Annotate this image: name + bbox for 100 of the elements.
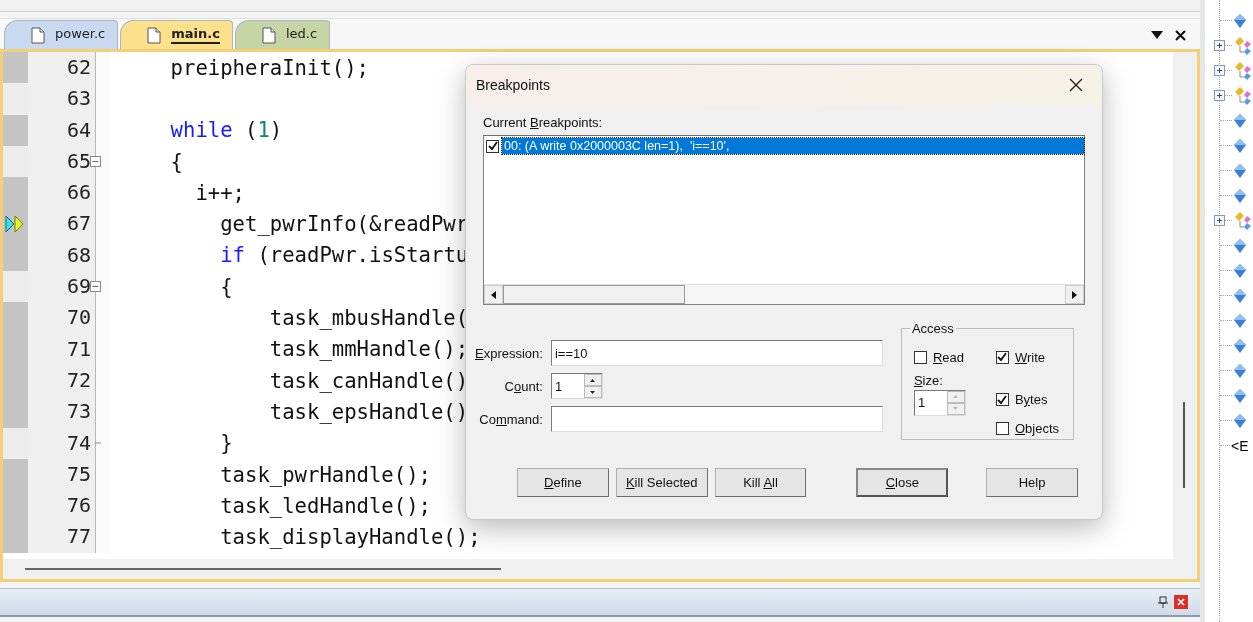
margin-cell[interactable] — [3, 52, 28, 84]
variable-icon — [1233, 237, 1247, 254]
scroll-thumb[interactable] — [503, 285, 685, 304]
code-line: task_ledHandle(); — [219, 493, 431, 518]
line-number: 66 — [28, 177, 95, 209]
margin-cell[interactable] — [3, 114, 28, 146]
dialog-button[interactable]: Define — [517, 468, 609, 497]
variable-icon — [1233, 287, 1247, 304]
collapse-icon[interactable] — [90, 156, 101, 168]
left-arrow-icon[interactable] — [491, 290, 496, 299]
up-arrow-icon[interactable] — [590, 378, 596, 382]
file-tab[interactable]: led.c — [234, 20, 331, 49]
code-line: i++; — [194, 180, 245, 205]
code-line: { — [219, 274, 233, 299]
structure-icon — [1233, 35, 1253, 56]
scroll-thumb[interactable] — [1183, 402, 1185, 488]
margin-cell[interactable] — [3, 145, 28, 178]
file-tab[interactable]: power.c — [4, 20, 119, 49]
checkbox[interactable] — [995, 350, 1009, 364]
variable-icon — [1233, 137, 1247, 154]
checkbox[interactable] — [995, 421, 1009, 435]
checkbox-label: Bytes — [1014, 392, 1048, 408]
file-icon — [147, 26, 162, 44]
scroll-right-button[interactable] — [1065, 285, 1084, 304]
line-number: 65 — [28, 145, 95, 178]
margin-cell[interactable] — [3, 302, 28, 334]
scroll-thumb[interactable] — [25, 568, 501, 570]
spin-up-button[interactable] — [583, 374, 602, 386]
horizontal-scrollbar[interactable] — [484, 284, 1084, 304]
checkbox-label: Objects — [1014, 420, 1059, 436]
margin-cell[interactable] — [3, 177, 28, 209]
margin-cell[interactable] — [3, 521, 28, 553]
vertical-scrollbar[interactable] — [1173, 52, 1197, 559]
group-title: Access — [909, 321, 956, 336]
close-icon[interactable] — [1175, 29, 1186, 41]
checkbox[interactable] — [486, 139, 499, 153]
code-line: task_displayHandle(); — [219, 525, 481, 550]
checkbox-label: Read — [932, 349, 964, 365]
dialog-button[interactable]: Close — [856, 468, 949, 497]
margin-cell[interactable] — [3, 83, 28, 115]
structure-icon — [1233, 60, 1253, 81]
dialog-button[interactable]: Kill All — [714, 468, 807, 497]
down-arrow-icon[interactable] — [590, 390, 596, 394]
margin-cell[interactable] — [3, 458, 28, 491]
margin-cell[interactable] — [3, 396, 28, 428]
expand-icon[interactable] — [1214, 215, 1225, 226]
expand-icon[interactable] — [1214, 65, 1225, 76]
right-arrow-icon[interactable] — [1072, 290, 1077, 299]
close-icon[interactable] — [1069, 78, 1083, 92]
spin-down-button[interactable] — [583, 386, 602, 398]
variable-icon — [1233, 187, 1247, 204]
horizontal-scrollbar[interactable] — [3, 559, 1197, 579]
file-icon — [261, 26, 276, 44]
line-number: 69 — [28, 271, 95, 303]
field-label: Size: — [913, 372, 944, 388]
checkbox[interactable] — [995, 393, 1009, 407]
dialog-button[interactable]: Kill Selected — [615, 468, 708, 497]
variable-icon — [1233, 362, 1247, 379]
dropdown-icon[interactable] — [1151, 31, 1163, 39]
dialog-title: Breakpoints — [476, 77, 550, 93]
line-number: 73 — [28, 396, 95, 428]
variable-icon — [1233, 412, 1247, 429]
expand-icon[interactable] — [1214, 40, 1225, 51]
collapse-icon[interactable] — [90, 281, 101, 293]
expand-icon[interactable] — [1214, 90, 1225, 101]
fold-end-mark — [95, 442, 101, 445]
variable-icon — [1233, 112, 1247, 129]
checkbox[interactable] — [913, 350, 927, 364]
breakpoint-list[interactable]: 00: (A write 0x2000003C len=1), 'i==10', — [483, 135, 1085, 305]
code-line: preipheraInit(); — [169, 55, 369, 80]
structure-icon — [1233, 85, 1253, 106]
code-line: task_epsHandle() — [268, 399, 469, 424]
code-line: task_canHandle() — [268, 368, 469, 393]
file-icon — [31, 26, 45, 44]
margin-cell[interactable] — [3, 271, 28, 303]
line-number: 72 — [28, 364, 95, 397]
pin-icon[interactable] — [1158, 596, 1168, 608]
line-number: 68 — [28, 239, 95, 272]
line-number: 75 — [28, 458, 95, 491]
file-tab[interactable]: main.c — [120, 20, 233, 49]
structure-icon — [1233, 210, 1253, 231]
margin-cell[interactable] — [3, 239, 28, 272]
count-spinner[interactable]: 1 — [550, 373, 603, 399]
dialog-button[interactable]: Help — [986, 468, 1078, 497]
scroll-left-button[interactable] — [484, 285, 503, 304]
line-number: 74 — [28, 427, 95, 459]
command-field[interactable] — [550, 406, 883, 432]
checkbox-label: Write — [1014, 349, 1046, 365]
code-line: while (1) — [169, 118, 283, 143]
code-line: task_mbusHandle( — [268, 306, 469, 330]
field-label: Count: — [504, 378, 543, 394]
margin-cell[interactable] — [3, 427, 28, 459]
variable-icon — [1233, 337, 1247, 354]
variable-icon — [1233, 162, 1247, 179]
line-number: 63 — [28, 83, 95, 115]
variable-icon — [1233, 387, 1247, 404]
breakpoint-item[interactable]: 00: (A write 0x2000003C len=1), 'i==10', — [502, 138, 1084, 154]
code-line: task_pwrHandle(); — [219, 462, 431, 487]
expression-field[interactable]: i==10 — [550, 340, 883, 366]
variable-icon — [1233, 262, 1247, 279]
